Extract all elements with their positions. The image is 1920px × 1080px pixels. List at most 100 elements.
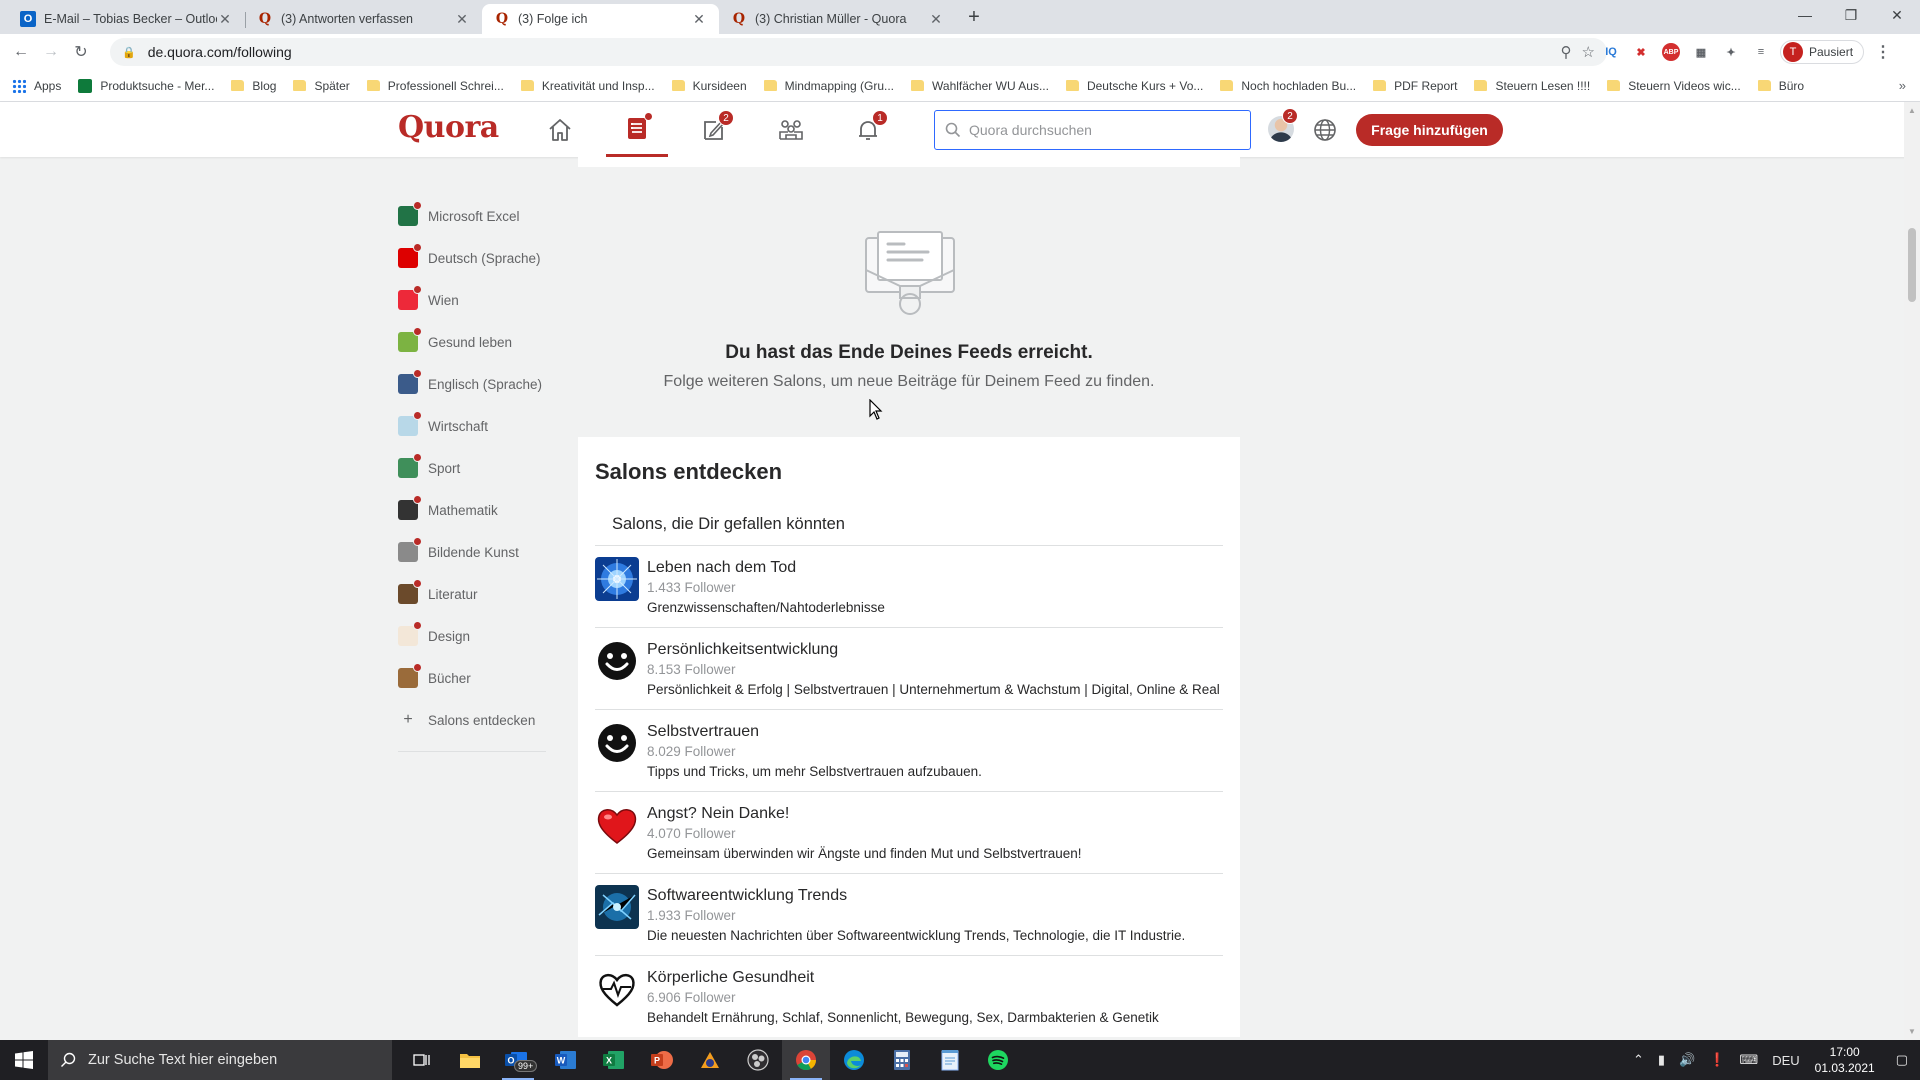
file-explorer-app[interactable]: [446, 1040, 494, 1080]
forward-icon[interactable]: →: [36, 37, 66, 67]
close-window-icon[interactable]: ✕: [1874, 0, 1920, 30]
wifi-icon[interactable]: ❗: [1709, 1052, 1725, 1068]
spaces-nav[interactable]: [760, 102, 822, 157]
quora-search-box[interactable]: [934, 110, 1251, 150]
spotify-app[interactable]: [974, 1040, 1022, 1080]
notepad-app[interactable]: [926, 1040, 974, 1080]
browser-tab[interactable]: O E-Mail – Tobias Becker – Outlook ✕: [8, 4, 245, 34]
sidebar-item[interactable]: Sport: [398, 447, 546, 489]
globe-language-icon[interactable]: [1312, 117, 1338, 143]
bookmark-item[interactable]: Blog: [231, 79, 276, 93]
apps-shortcut[interactable]: Apps: [12, 78, 61, 93]
windows-start-button[interactable]: [0, 1040, 48, 1080]
reload-icon[interactable]: ↻: [66, 37, 96, 67]
sidebar-item[interactable]: Gesund leben: [398, 321, 546, 363]
bookmark-item[interactable]: Produktsuche - Mer...: [78, 78, 214, 93]
battery-icon[interactable]: ▮: [1658, 1052, 1665, 1068]
notifications-nav[interactable]: 1: [837, 102, 899, 157]
new-tab-button[interactable]: +: [960, 3, 988, 31]
answer-nav[interactable]: 2: [683, 102, 745, 157]
salon-suggestion[interactable]: Leben nach dem Tod 1.433 Follower Grenzwis…: [595, 546, 1223, 628]
volume-icon[interactable]: 🔊: [1679, 1052, 1695, 1068]
sidebar-item[interactable]: Bildende Kunst: [398, 531, 546, 573]
back-icon[interactable]: ←: [6, 37, 36, 67]
salon-suggestion[interactable]: Persönlichkeitsentwicklung 8.153 Follower…: [595, 628, 1223, 710]
lock-icon[interactable]: 🔒: [122, 46, 136, 59]
salon-name[interactable]: Angst? Nein Danke!: [647, 803, 1223, 824]
powerpoint-app[interactable]: P: [638, 1040, 686, 1080]
zoom-icon[interactable]: ⚲: [1561, 43, 1572, 61]
language-indicator[interactable]: DEU: [1772, 1053, 1799, 1068]
apps-extension-icon[interactable]: ▦: [1690, 41, 1712, 63]
bookmark-item[interactable]: Wahlfächer WU Aus...: [911, 79, 1049, 93]
quora-logo[interactable]: Quora: [398, 110, 499, 145]
puzzle-extensions-icon[interactable]: ✦: [1720, 41, 1742, 63]
minimize-icon[interactable]: —: [1782, 0, 1828, 30]
salon-suggestion[interactable]: Softwareentwicklung Trends 1.933 Follower…: [595, 874, 1223, 956]
salon-suggestion[interactable]: Körperliche Gesundheit 6.906 Follower Beha…: [595, 956, 1223, 1037]
sidebar-discover-spaces[interactable]: + Salons entdecken: [398, 699, 546, 741]
sidebar-item[interactable]: Wirtschaft: [398, 405, 546, 447]
restore-icon[interactable]: ❐: [1828, 0, 1874, 30]
salon-burst-icon[interactable]: [595, 557, 639, 601]
bookmark-item[interactable]: Büro: [1757, 79, 1804, 93]
notification-center-icon[interactable]: ▢: [1896, 1052, 1908, 1068]
media-extension-icon[interactable]: ✖: [1630, 41, 1652, 63]
salon-suggestion[interactable]: Selbstvertrauen 8.029 Follower Tipps und T…: [595, 710, 1223, 792]
sidebar-item[interactable]: Wien: [398, 279, 546, 321]
calculator-app[interactable]: [878, 1040, 926, 1080]
bookmark-item[interactable]: Kreativität und Insp...: [520, 79, 655, 93]
address-bar[interactable]: 🔒 de.quora.com/following ⚲ ☆: [110, 38, 1607, 66]
edge-app[interactable]: [830, 1040, 878, 1080]
bookmark-item[interactable]: Deutsche Kurs + Vo...: [1065, 79, 1203, 93]
tray-overflow-icon[interactable]: ⌃: [1633, 1052, 1644, 1068]
salon-heart-icon[interactable]: [595, 803, 639, 847]
taskbar-search[interactable]: Zur Suche Text hier eingeben: [48, 1040, 392, 1080]
tab-close-icon[interactable]: ✕: [928, 11, 944, 28]
following-nav[interactable]: [606, 102, 668, 157]
add-question-button[interactable]: Frage hinzufügen: [1356, 114, 1503, 146]
bookmark-item[interactable]: Professionell Schrei...: [366, 79, 504, 93]
bookmark-item[interactable]: Mindmapping (Gru...: [763, 79, 894, 93]
iq-extension-icon[interactable]: IQ: [1600, 41, 1622, 63]
reading-list-icon[interactable]: ≡: [1750, 41, 1772, 63]
sidebar-item[interactable]: Design: [398, 615, 546, 657]
tab-close-icon[interactable]: ✕: [691, 11, 707, 28]
tab-close-icon[interactable]: ✕: [454, 11, 470, 28]
sidebar-item[interactable]: Mathematik: [398, 489, 546, 531]
browser-tab[interactable]: Q (3) Antworten verfassen ✕: [245, 4, 482, 34]
tab-close-icon[interactable]: ✕: [217, 11, 233, 28]
bookmark-item[interactable]: Später: [293, 79, 350, 93]
scroll-down-icon[interactable]: ▼: [1908, 1027, 1916, 1036]
task-view-button[interactable]: [398, 1040, 446, 1080]
browser-tab[interactable]: Q (3) Christian Müller - Quora ✕: [719, 4, 956, 34]
salon-name[interactable]: Softwareentwicklung Trends: [647, 885, 1223, 906]
home-nav[interactable]: [529, 102, 591, 157]
recording-app[interactable]: [686, 1040, 734, 1080]
salon-smiley-icon[interactable]: [595, 721, 639, 765]
sidebar-item[interactable]: Deutsch (Sprache): [398, 237, 546, 279]
bookmark-item[interactable]: Noch hochladen Bu...: [1220, 79, 1356, 93]
chrome-app[interactable]: [782, 1040, 830, 1080]
salon-tech-icon[interactable]: [595, 885, 639, 929]
keyboard-icon[interactable]: ⌨: [1739, 1052, 1758, 1068]
bookmark-item[interactable]: Steuern Lesen !!!!: [1474, 79, 1590, 93]
profile-button[interactable]: T Pausiert: [1780, 40, 1865, 64]
browser-tab[interactable]: Q (3) Folge ich ✕: [482, 4, 719, 34]
salon-name[interactable]: Körperliche Gesundheit: [647, 967, 1223, 988]
outlook-app[interactable]: O 99+: [494, 1040, 542, 1080]
word-app[interactable]: W: [542, 1040, 590, 1080]
scrollbar-thumb[interactable]: [1908, 228, 1916, 302]
bookmark-item[interactable]: Steuern Videos wic...: [1607, 79, 1741, 93]
sidebar-item[interactable]: Literatur: [398, 573, 546, 615]
bookmark-item[interactable]: PDF Report: [1373, 79, 1457, 93]
sidebar-item[interactable]: Microsoft Excel: [398, 195, 546, 237]
obs-app[interactable]: [734, 1040, 782, 1080]
bookmarks-overflow-icon[interactable]: »: [1899, 78, 1906, 93]
bookmark-item[interactable]: Kursideen: [671, 79, 747, 93]
scroll-up-icon[interactable]: ▲: [1908, 106, 1916, 115]
sidebar-item[interactable]: Englisch (Sprache): [398, 363, 546, 405]
page-scrollbar[interactable]: ▲ ▼: [1904, 102, 1920, 1040]
salon-name[interactable]: Persönlichkeitsentwicklung: [647, 639, 1223, 660]
salon-heartline-icon[interactable]: [595, 967, 639, 1011]
